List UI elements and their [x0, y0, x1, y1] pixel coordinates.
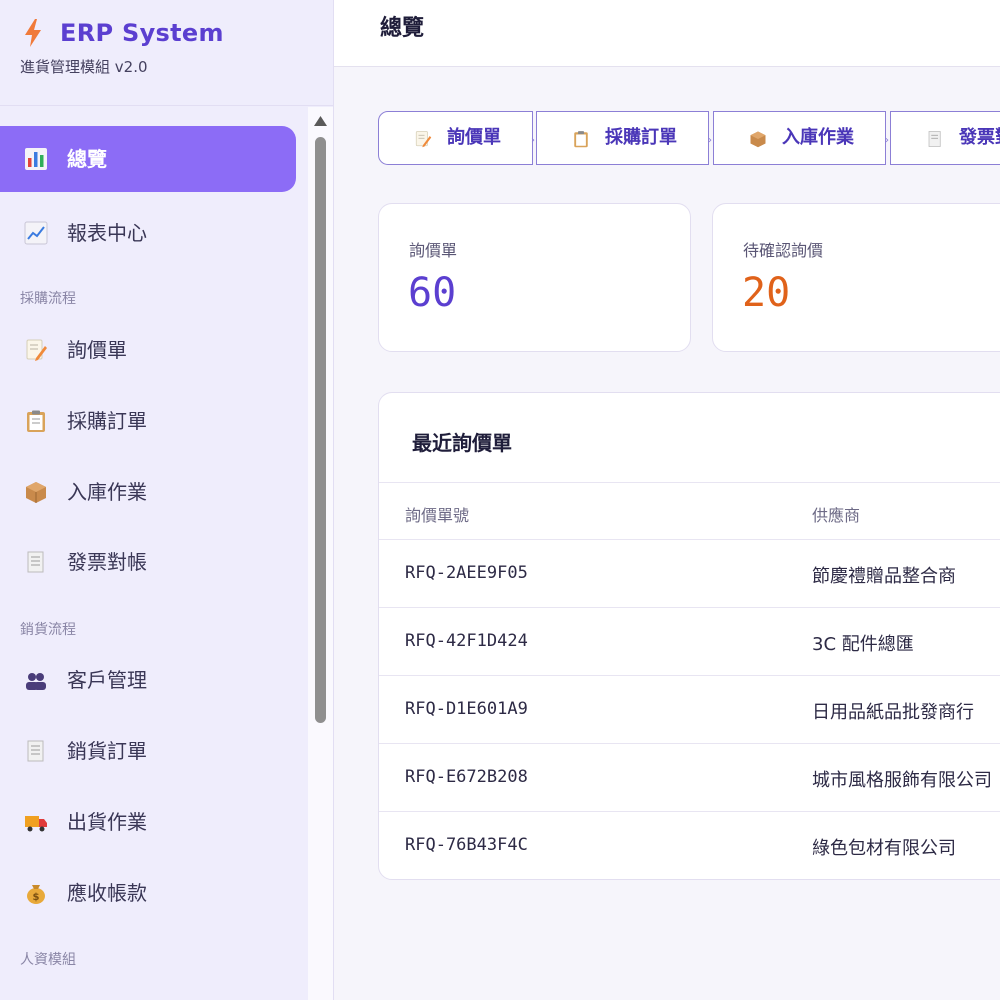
svg-text:$: $	[33, 892, 40, 903]
table-row[interactable]: RFQ-2AEE9F05 節慶禮贈品整合商	[379, 540, 1000, 608]
receipt-icon	[27, 551, 44, 573]
sidebar-item-purchase-order[interactable]: 採購訂單	[0, 388, 296, 454]
workflow-step-label: 採購訂單	[605, 127, 677, 148]
table-row[interactable]: RFQ-76B43F4C 綠色包材有限公司	[379, 812, 1000, 879]
scrollbar-thumb[interactable]	[315, 137, 326, 723]
stat-card-pending-rfq: 待確認詢價 20	[712, 203, 1000, 352]
workflow-step-label: 入庫作業	[782, 127, 854, 148]
sidebar-item-receiving[interactable]: 入庫作業	[0, 459, 296, 525]
memo-icon	[26, 339, 47, 361]
stat-value: 60	[408, 270, 457, 316]
package-icon	[26, 482, 46, 503]
brand-title: ERP System	[60, 19, 224, 47]
sidebar-item-label: 詢價單	[67, 338, 127, 362]
workflow-step-label: 發票對	[959, 127, 1000, 148]
workflow-step-purchase-order[interactable]: 採購訂單	[536, 111, 709, 165]
rfq-number-cell: RFQ-E672B208	[405, 767, 528, 787]
supplier-cell: 節慶禮贈品整合商	[812, 566, 956, 587]
sidebar-item-label: 銷貨訂單	[67, 739, 147, 763]
package-icon	[750, 131, 766, 148]
workflow-step-label: 詢價單	[447, 127, 501, 148]
receipt-icon	[928, 131, 941, 147]
sidebar-item-sales-order[interactable]: 銷貨訂單	[0, 718, 296, 784]
sidebar-item-label: 出貨作業	[67, 810, 147, 834]
memo-icon	[415, 131, 432, 148]
recent-rfq-card: 最近詢價單 詢價單號 供應商 RFQ-2AEE9F05 節慶禮贈品整合商 RFQ…	[378, 392, 1000, 880]
workflow-step-receiving[interactable]: 入庫作業	[713, 111, 886, 165]
money-bag-icon: $	[27, 885, 45, 904]
step-separator-chevron-icon: ›	[708, 135, 712, 146]
sidebar-item-label: 客戶管理	[67, 668, 147, 692]
rfq-number-cell: RFQ-D1E601A9	[405, 699, 528, 719]
sidebar-item-shipping[interactable]: 出貨作業	[0, 789, 296, 855]
sidebar-item-label: 入庫作業	[67, 480, 147, 504]
line-chart-icon	[24, 221, 48, 245]
step-separator-chevron-icon: ›	[531, 135, 535, 146]
stat-label: 待確認詢價	[743, 241, 824, 260]
rfq-number-cell: RFQ-2AEE9F05	[405, 563, 528, 583]
table-row[interactable]: RFQ-E672B208 城市風格服飾有限公司	[379, 744, 1000, 812]
clipboard-icon	[27, 410, 45, 432]
table-row[interactable]: RFQ-42F1D424 3C 配件總匯	[379, 608, 1000, 676]
sidebar-scrollbar[interactable]	[308, 107, 333, 1000]
workflow-step-invoice[interactable]: 發票對	[890, 111, 1000, 165]
column-header-supplier: 供應商	[812, 506, 861, 525]
sidebar: ERP System 進貨管理模組 v2.0 總覽 報表中心 採購流程 詢價單 …	[0, 0, 334, 1000]
sidebar-item-label: 報表中心	[67, 221, 147, 245]
rfq-number-cell: RFQ-76B43F4C	[405, 835, 528, 855]
supplier-cell: 城市風格服飾有限公司	[812, 770, 992, 791]
receipt-icon	[27, 740, 44, 762]
brand-subtitle: 進貨管理模組 v2.0	[20, 58, 148, 76]
lightning-bolt-icon	[25, 19, 41, 47]
table-row[interactable]: RFQ-D1E601A9 日用品紙品批發商行	[379, 676, 1000, 744]
stat-label: 詢價單	[409, 241, 458, 260]
rfq-number-cell: RFQ-42F1D424	[405, 631, 528, 651]
scroll-up-arrow-icon[interactable]	[313, 115, 328, 127]
column-header-rfq-number: 詢價單號	[405, 506, 470, 525]
page-title: 總覽	[380, 16, 425, 41]
nav-section-title: 銷貨流程	[20, 622, 76, 638]
supplier-cell: 3C 配件總匯	[812, 634, 914, 655]
nav-section-title: 人資模組	[20, 952, 76, 968]
workflow-step-rfq[interactable]: 詢價單	[378, 111, 533, 165]
table-header: 詢價單號 供應商	[379, 482, 1000, 540]
sidebar-item-label: 發票對帳	[67, 550, 147, 574]
sidebar-item-label: 應收帳款	[67, 881, 147, 905]
truck-icon	[25, 816, 47, 832]
table-title: 最近詢價單	[412, 431, 512, 455]
stat-card-rfq: 詢價單 60	[378, 203, 691, 352]
sidebar-item-invoice[interactable]: 發票對帳	[0, 529, 296, 595]
sidebar-item-reports[interactable]: 報表中心	[0, 200, 296, 266]
step-separator-chevron-icon: ›	[885, 135, 889, 146]
users-icon	[26, 673, 46, 690]
bar-chart-icon	[25, 148, 47, 170]
sidebar-item-rfq[interactable]: 詢價單	[0, 317, 296, 383]
top-header: 總覽	[334, 0, 1000, 67]
nav-section-title: 採購流程	[20, 291, 76, 307]
sidebar-item-receivables[interactable]: $ 應收帳款	[0, 860, 296, 926]
clipboard-icon	[574, 131, 588, 148]
supplier-cell: 日用品紙品批發商行	[812, 702, 974, 723]
supplier-cell: 綠色包材有限公司	[812, 838, 956, 859]
stat-value: 20	[742, 270, 791, 316]
brand-header: ERP System 進貨管理模組 v2.0	[0, 0, 333, 106]
sidebar-item-label: 採購訂單	[67, 409, 147, 433]
sidebar-item-label: 總覽	[67, 147, 107, 171]
sidebar-nav: 總覽 報表中心 採購流程 詢價單 採購訂單 入庫作業 發票對帳 銷貨流程 客戶管…	[0, 107, 308, 1000]
sidebar-item-customers[interactable]: 客戶管理	[0, 647, 296, 713]
sidebar-item-overview[interactable]: 總覽	[0, 126, 296, 192]
